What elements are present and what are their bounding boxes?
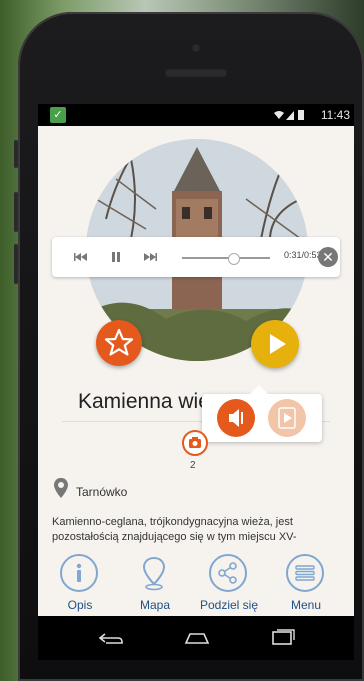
description-text: Kamienno-ceglana, trójkondygnacyjna wież…	[52, 516, 297, 543]
star-icon	[104, 328, 134, 356]
media-type-popup	[202, 385, 322, 442]
nav-label: Podziel się	[199, 598, 259, 612]
menu-icon	[286, 554, 324, 592]
signal-wifi-battery-icon	[274, 110, 304, 120]
status-bar: ✓ 11:43	[38, 104, 354, 126]
map-pin-icon	[135, 554, 173, 592]
close-player-button[interactable]: ✕	[318, 247, 338, 267]
progress-thumb[interactable]	[228, 253, 241, 265]
location-pin-icon	[54, 478, 68, 498]
mute-switch	[14, 140, 18, 168]
system-navigation-bar	[38, 616, 354, 660]
volume-down-button	[14, 244, 18, 284]
recent-apps-icon[interactable]	[268, 628, 298, 648]
play-button[interactable]	[251, 320, 299, 368]
nav-label: Mapa	[139, 598, 171, 612]
nav-label: Menu	[290, 598, 322, 612]
info-icon	[60, 554, 98, 592]
progress-track[interactable]	[182, 257, 270, 259]
play-icon	[270, 334, 286, 354]
nav-item-podziel-sie[interactable]: Podziel się	[193, 554, 265, 614]
favorite-button[interactable]	[96, 320, 142, 366]
status-clock: 11:43	[320, 108, 350, 122]
front-camera	[191, 43, 201, 53]
volume-up-button	[14, 192, 18, 232]
popup-arrow	[250, 385, 268, 394]
film-play-icon	[278, 407, 296, 429]
location-row[interactable]: Tarnówko	[52, 476, 127, 502]
video-button[interactable]	[268, 399, 306, 437]
nav-item-mapa[interactable]: Mapa	[119, 554, 191, 614]
nav-item-menu[interactable]: Menu	[270, 554, 342, 614]
skip-forward-icon[interactable]	[141, 248, 159, 266]
home-icon[interactable]	[182, 628, 212, 648]
photos-button[interactable]	[182, 430, 208, 456]
camera-icon	[189, 437, 201, 448]
bottom-navigation: Opis Mapa Podziel się Menu	[38, 550, 354, 616]
share-icon	[209, 554, 247, 592]
back-icon[interactable]	[96, 628, 126, 648]
pause-icon[interactable]	[107, 248, 125, 266]
audio-player: 0:31/0:53 ✕	[52, 237, 340, 277]
photo-count: 2	[190, 460, 196, 471]
app-notification-icon: ✓	[50, 107, 66, 123]
close-icon: ✕	[322, 249, 334, 265]
skip-back-icon[interactable]	[72, 248, 90, 266]
playback-time: 0:31/0:53	[284, 250, 322, 260]
location-name: Tarnówko	[76, 485, 128, 499]
nav-label: Opis	[67, 598, 93, 612]
place-title: Kamienna wie	[78, 390, 210, 413]
speaker-grille	[164, 68, 228, 78]
audio-button[interactable]	[217, 399, 255, 437]
app-screen: ✓ 11:43 0:31/0:53 ✕ Kamienna wie 2 Tarnó…	[38, 104, 354, 660]
speaker-icon	[229, 409, 243, 427]
nav-item-opis[interactable]: Opis	[44, 554, 116, 614]
